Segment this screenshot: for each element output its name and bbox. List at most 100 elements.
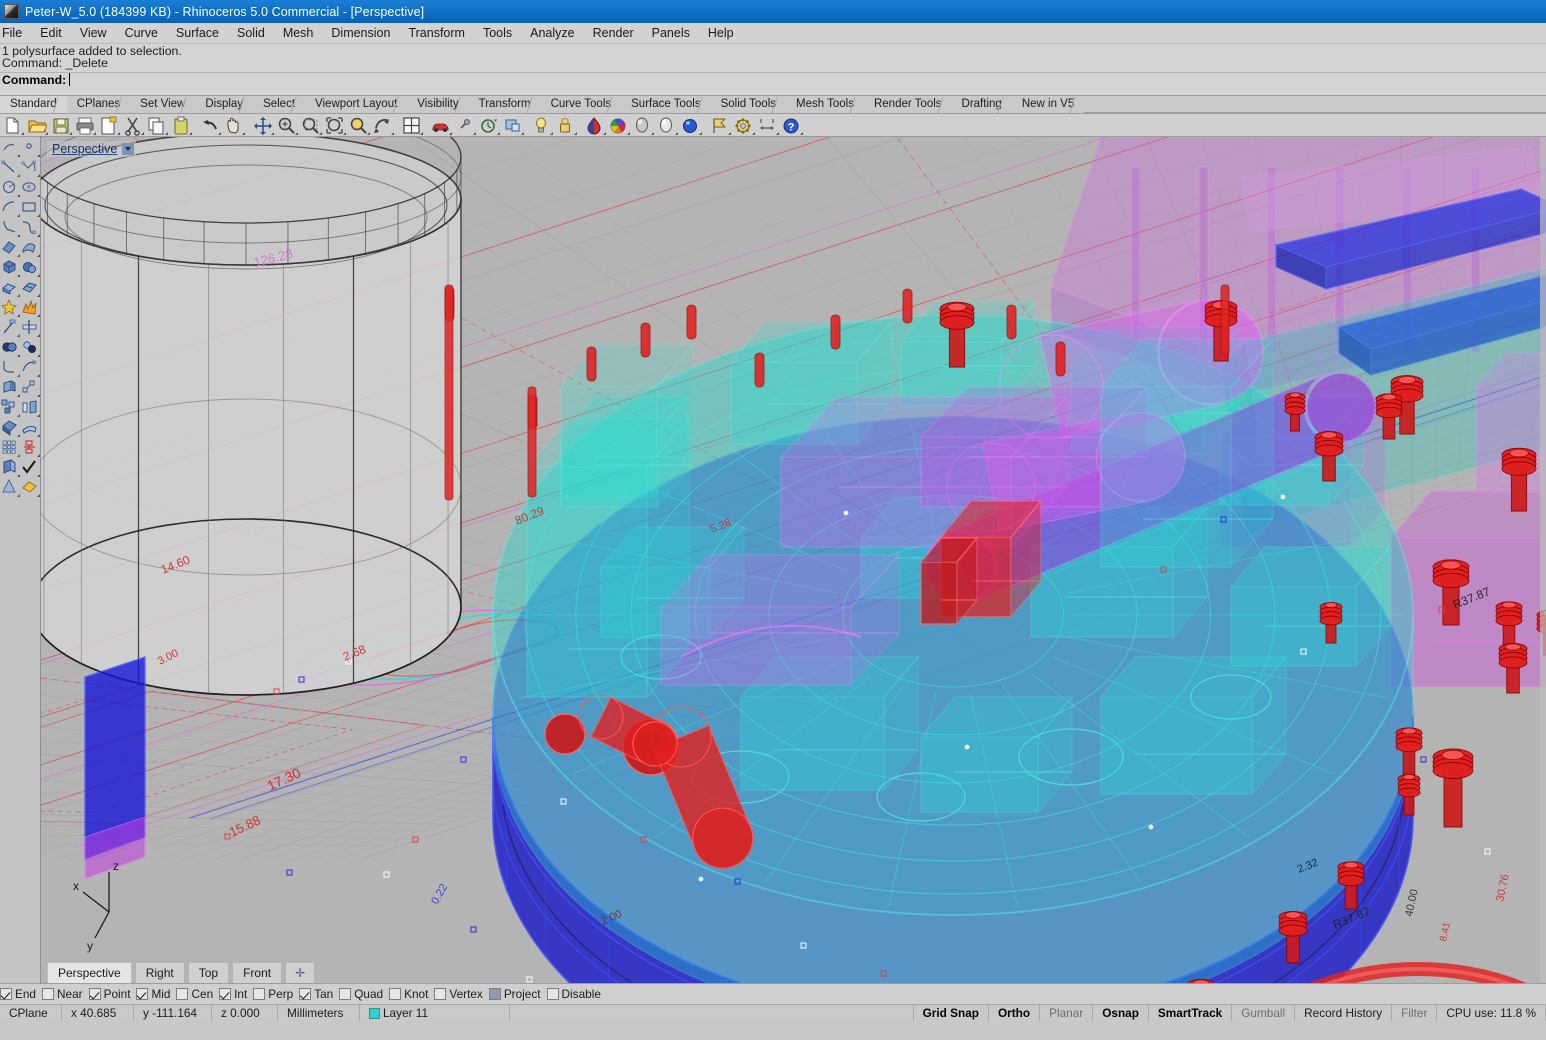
rectangle-tool-icon[interactable] xyxy=(20,198,40,218)
flyout-corner-icon[interactable] xyxy=(420,131,423,135)
help-icon[interactable]: ? xyxy=(781,115,804,136)
flyout-corner-icon[interactable] xyxy=(37,454,40,457)
flyout-corner-icon[interactable] xyxy=(521,131,524,135)
toolbar-tab-render-tools[interactable]: Render Tools xyxy=(863,96,952,113)
flyout-corner-icon[interactable] xyxy=(37,294,40,297)
status-z-coordinate[interactable]: z 0.000 xyxy=(212,1005,278,1021)
zoom-selected-icon[interactable] xyxy=(348,115,371,136)
flyout-corner-icon[interactable] xyxy=(37,154,40,157)
menu-item-transform[interactable]: Transform xyxy=(399,24,474,42)
status-x-coordinate[interactable]: x 40.685 xyxy=(62,1005,134,1021)
save-icon[interactable] xyxy=(50,115,73,136)
checkbox-quad[interactable] xyxy=(339,988,352,1000)
toolbar-tab-transform[interactable]: Transform xyxy=(468,96,541,113)
freeform-curve-icon[interactable] xyxy=(20,218,40,238)
flyout-corner-icon[interactable] xyxy=(141,131,144,135)
toolbar-tab-visibility[interactable]: Visibility xyxy=(407,96,469,113)
surface-loft-icon[interactable] xyxy=(20,238,40,258)
osnap-quad[interactable]: Quad xyxy=(339,987,383,1001)
flyout-corner-icon[interactable] xyxy=(776,131,779,135)
osnap-cen[interactable]: Cen xyxy=(176,987,213,1001)
cut-icon[interactable] xyxy=(122,115,145,136)
flyout-corner-icon[interactable] xyxy=(550,131,553,135)
surface-patch-icon[interactable] xyxy=(20,278,40,298)
toolbar-tab-display[interactable]: Display xyxy=(195,96,254,113)
menu-item-panels[interactable]: Panels xyxy=(643,24,699,42)
menu-item-curve[interactable]: Curve xyxy=(116,24,167,42)
surface-corner-icon[interactable] xyxy=(0,238,20,258)
grid-array-icon[interactable] xyxy=(0,438,20,458)
offset-surface-icon[interactable] xyxy=(0,378,20,398)
status-layer[interactable]: Layer 11 xyxy=(360,1005,510,1021)
toolbar-tab-cplanes[interactable]: CPlanes xyxy=(66,96,131,113)
light-bulb-icon[interactable] xyxy=(531,115,554,136)
boolean-difference-icon[interactable] xyxy=(20,338,40,358)
status-planar[interactable]: Planar xyxy=(1040,1005,1094,1021)
layer-color-swatch[interactable] xyxy=(369,1007,380,1019)
osnap-near[interactable]: Near xyxy=(42,987,83,1001)
status-osnap[interactable]: Osnap xyxy=(1093,1005,1149,1021)
menu-item-file[interactable]: File xyxy=(0,24,31,42)
flyout-corner-icon[interactable] xyxy=(675,131,678,135)
toolbar-tab-mesh-tools[interactable]: Mesh Tools xyxy=(786,96,864,113)
rhino-app-icon[interactable] xyxy=(4,4,19,19)
flyout-corner-icon[interactable] xyxy=(728,131,731,135)
flyout-corner-icon[interactable] xyxy=(343,131,346,135)
flyout-corner-icon[interactable] xyxy=(295,131,298,135)
box-solid-icon[interactable] xyxy=(0,258,20,278)
flyout-corner-icon[interactable] xyxy=(93,131,96,135)
toolbar-tab-new-in-v5[interactable]: New in V5 xyxy=(1011,96,1085,113)
status-record-history[interactable]: Record History xyxy=(1295,1005,1393,1021)
ellipse-tool-icon[interactable] xyxy=(20,178,40,198)
checkbox-perp[interactable] xyxy=(253,988,266,1000)
status-grid-snap[interactable]: Grid Snap xyxy=(914,1005,989,1021)
flyout-corner-icon[interactable] xyxy=(800,131,803,135)
viewport-tab-right[interactable]: Right xyxy=(134,961,185,983)
toolbar-tab-standard[interactable]: Standard xyxy=(0,96,67,113)
points-tool-icon[interactable] xyxy=(20,138,40,158)
clock-icon[interactable] xyxy=(478,115,501,136)
flyout-corner-icon[interactable] xyxy=(391,131,394,135)
menu-item-tools[interactable]: Tools xyxy=(474,24,521,42)
status-units[interactable]: Millimeters xyxy=(278,1005,360,1021)
status-smarttrack[interactable]: SmartTrack xyxy=(1149,1005,1233,1021)
polyline-tool-icon[interactable] xyxy=(20,158,40,178)
toolbar-tab-curve-tools[interactable]: Curve Tools xyxy=(540,96,622,113)
flyout-corner-icon[interactable] xyxy=(117,131,120,135)
flyout-corner-icon[interactable] xyxy=(37,174,40,177)
flyout-corner-icon[interactable] xyxy=(218,131,221,135)
extrude-solid-icon[interactable] xyxy=(0,278,20,298)
undo-icon[interactable] xyxy=(199,115,222,136)
osnap-perp[interactable]: Perp xyxy=(253,987,293,1001)
menu-item-mesh[interactable]: Mesh xyxy=(274,24,323,42)
print-icon[interactable] xyxy=(74,115,97,136)
viewport-3d-scene[interactable]: zxy126.2880.29 5.2814.602.683.0017.3015.8… xyxy=(41,137,1546,983)
section-icon[interactable] xyxy=(0,458,20,478)
flyout-corner-icon[interactable] xyxy=(699,131,702,135)
status-filter[interactable]: Filter xyxy=(1392,1005,1438,1021)
four-view-icon[interactable] xyxy=(401,115,424,136)
zoom-extents-icon[interactable] xyxy=(324,115,347,136)
menu-item-help[interactable]: Help xyxy=(699,24,743,42)
line-tool-icon[interactable] xyxy=(0,158,20,178)
flyout-corner-icon[interactable] xyxy=(37,434,40,437)
checkbox-project[interactable] xyxy=(488,988,501,1000)
material-blue-icon[interactable] xyxy=(680,115,703,136)
osnap-mid[interactable]: Mid xyxy=(136,987,170,1001)
flyout-corner-icon[interactable] xyxy=(497,131,500,135)
named-view-icon[interactable] xyxy=(502,115,525,136)
explode-icon[interactable] xyxy=(20,298,40,318)
checkbox-tan[interactable] xyxy=(299,988,312,1000)
properties-icon[interactable] xyxy=(98,115,121,136)
menu-item-solid[interactable]: Solid xyxy=(228,24,274,42)
flyout-corner-icon[interactable] xyxy=(37,274,40,277)
arc-tool-icon[interactable] xyxy=(0,198,20,218)
flyout-corner-icon[interactable] xyxy=(603,131,606,135)
menu-item-dimension[interactable]: Dimension xyxy=(322,24,399,42)
flag-icon[interactable] xyxy=(709,115,732,136)
sphere-solid-icon[interactable] xyxy=(20,258,40,278)
zoom-window-icon[interactable] xyxy=(300,115,323,136)
scale-icon[interactable] xyxy=(20,398,40,418)
fillet-curve-icon[interactable] xyxy=(0,358,20,378)
viewport-tab-perspective[interactable]: Perspective xyxy=(47,961,132,983)
